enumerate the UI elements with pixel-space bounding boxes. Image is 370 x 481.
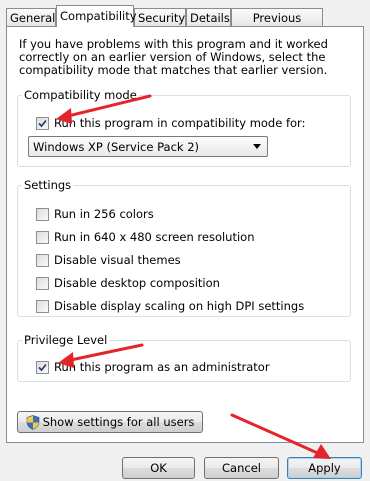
checkbox-icon[interactable] (36, 207, 49, 221)
checkbox-icon[interactable] (36, 276, 49, 290)
setting-disable-desktop-composition[interactable]: Disable desktop composition (36, 275, 220, 291)
dropdown-arrow-icon (253, 144, 261, 149)
tab-compatibility[interactable]: Compatibility (56, 5, 137, 27)
uac-shield-icon (26, 414, 39, 430)
setting-label: Run in 256 colors (54, 207, 154, 221)
tab-previous-versions[interactable]: Previous Versions (231, 8, 323, 43)
compatibility-panel: If you have problems with this program a… (6, 26, 364, 443)
setting-label: Run in 640 x 480 screen resolution (54, 230, 255, 244)
privilege-level-group: Privilege Level Run this program as an a… (17, 333, 351, 382)
compatibility-mode-label: Run this program in compatibility mode f… (54, 116, 306, 130)
show-settings-all-users-label: Show settings for all users (42, 415, 195, 429)
compatibility-mode-title: Compatibility mode (22, 88, 139, 102)
apply-button[interactable]: Apply (287, 457, 362, 479)
setting-disable-visual-themes[interactable]: Disable visual themes (36, 252, 181, 268)
tab-strip: General Compatibility Security Details P… (6, 5, 366, 43)
settings-title: Settings (22, 178, 74, 192)
checkbox-checked-icon[interactable] (36, 360, 49, 374)
os-version-selected: Windows XP (Service Pack 2) (33, 139, 200, 154)
cancel-button[interactable]: Cancel (204, 457, 279, 479)
compatibility-mode-checkbox[interactable]: Run this program in compatibility mode f… (36, 115, 305, 131)
run-as-admin-checkbox[interactable]: Run this program as an administrator (36, 359, 270, 375)
tab-general[interactable]: General (6, 8, 56, 26)
run-as-admin-label: Run this program as an administrator (54, 360, 270, 374)
checkbox-icon[interactable] (36, 230, 49, 244)
show-settings-all-users-button[interactable]: Show settings for all users (17, 411, 203, 433)
os-version-dropdown[interactable]: Windows XP (Service Pack 2) (28, 136, 268, 157)
setting-640x480[interactable]: Run in 640 x 480 screen resolution (36, 229, 255, 245)
setting-label: Disable desktop composition (54, 276, 220, 290)
setting-label: Disable display scaling on high DPI sett… (54, 299, 305, 313)
tab-security[interactable]: Security (134, 8, 186, 26)
privilege-level-title: Privilege Level (22, 333, 110, 347)
ok-button[interactable]: OK (122, 457, 195, 479)
setting-256-colors[interactable]: Run in 256 colors (36, 206, 154, 222)
checkbox-checked-icon[interactable] (36, 116, 49, 130)
setting-disable-dpi-scaling[interactable]: Disable display scaling on high DPI sett… (36, 298, 304, 314)
tab-details[interactable]: Details (186, 8, 231, 26)
setting-label: Disable visual themes (54, 253, 181, 267)
checkbox-icon[interactable] (36, 253, 49, 267)
settings-group: Settings Run in 256 colors Run in 640 x … (17, 178, 351, 317)
compatibility-mode-group: Compatibility mode Run this program in c… (17, 88, 351, 167)
intro-text: If you have problems with this program a… (19, 37, 328, 77)
checkbox-icon[interactable] (36, 299, 49, 313)
